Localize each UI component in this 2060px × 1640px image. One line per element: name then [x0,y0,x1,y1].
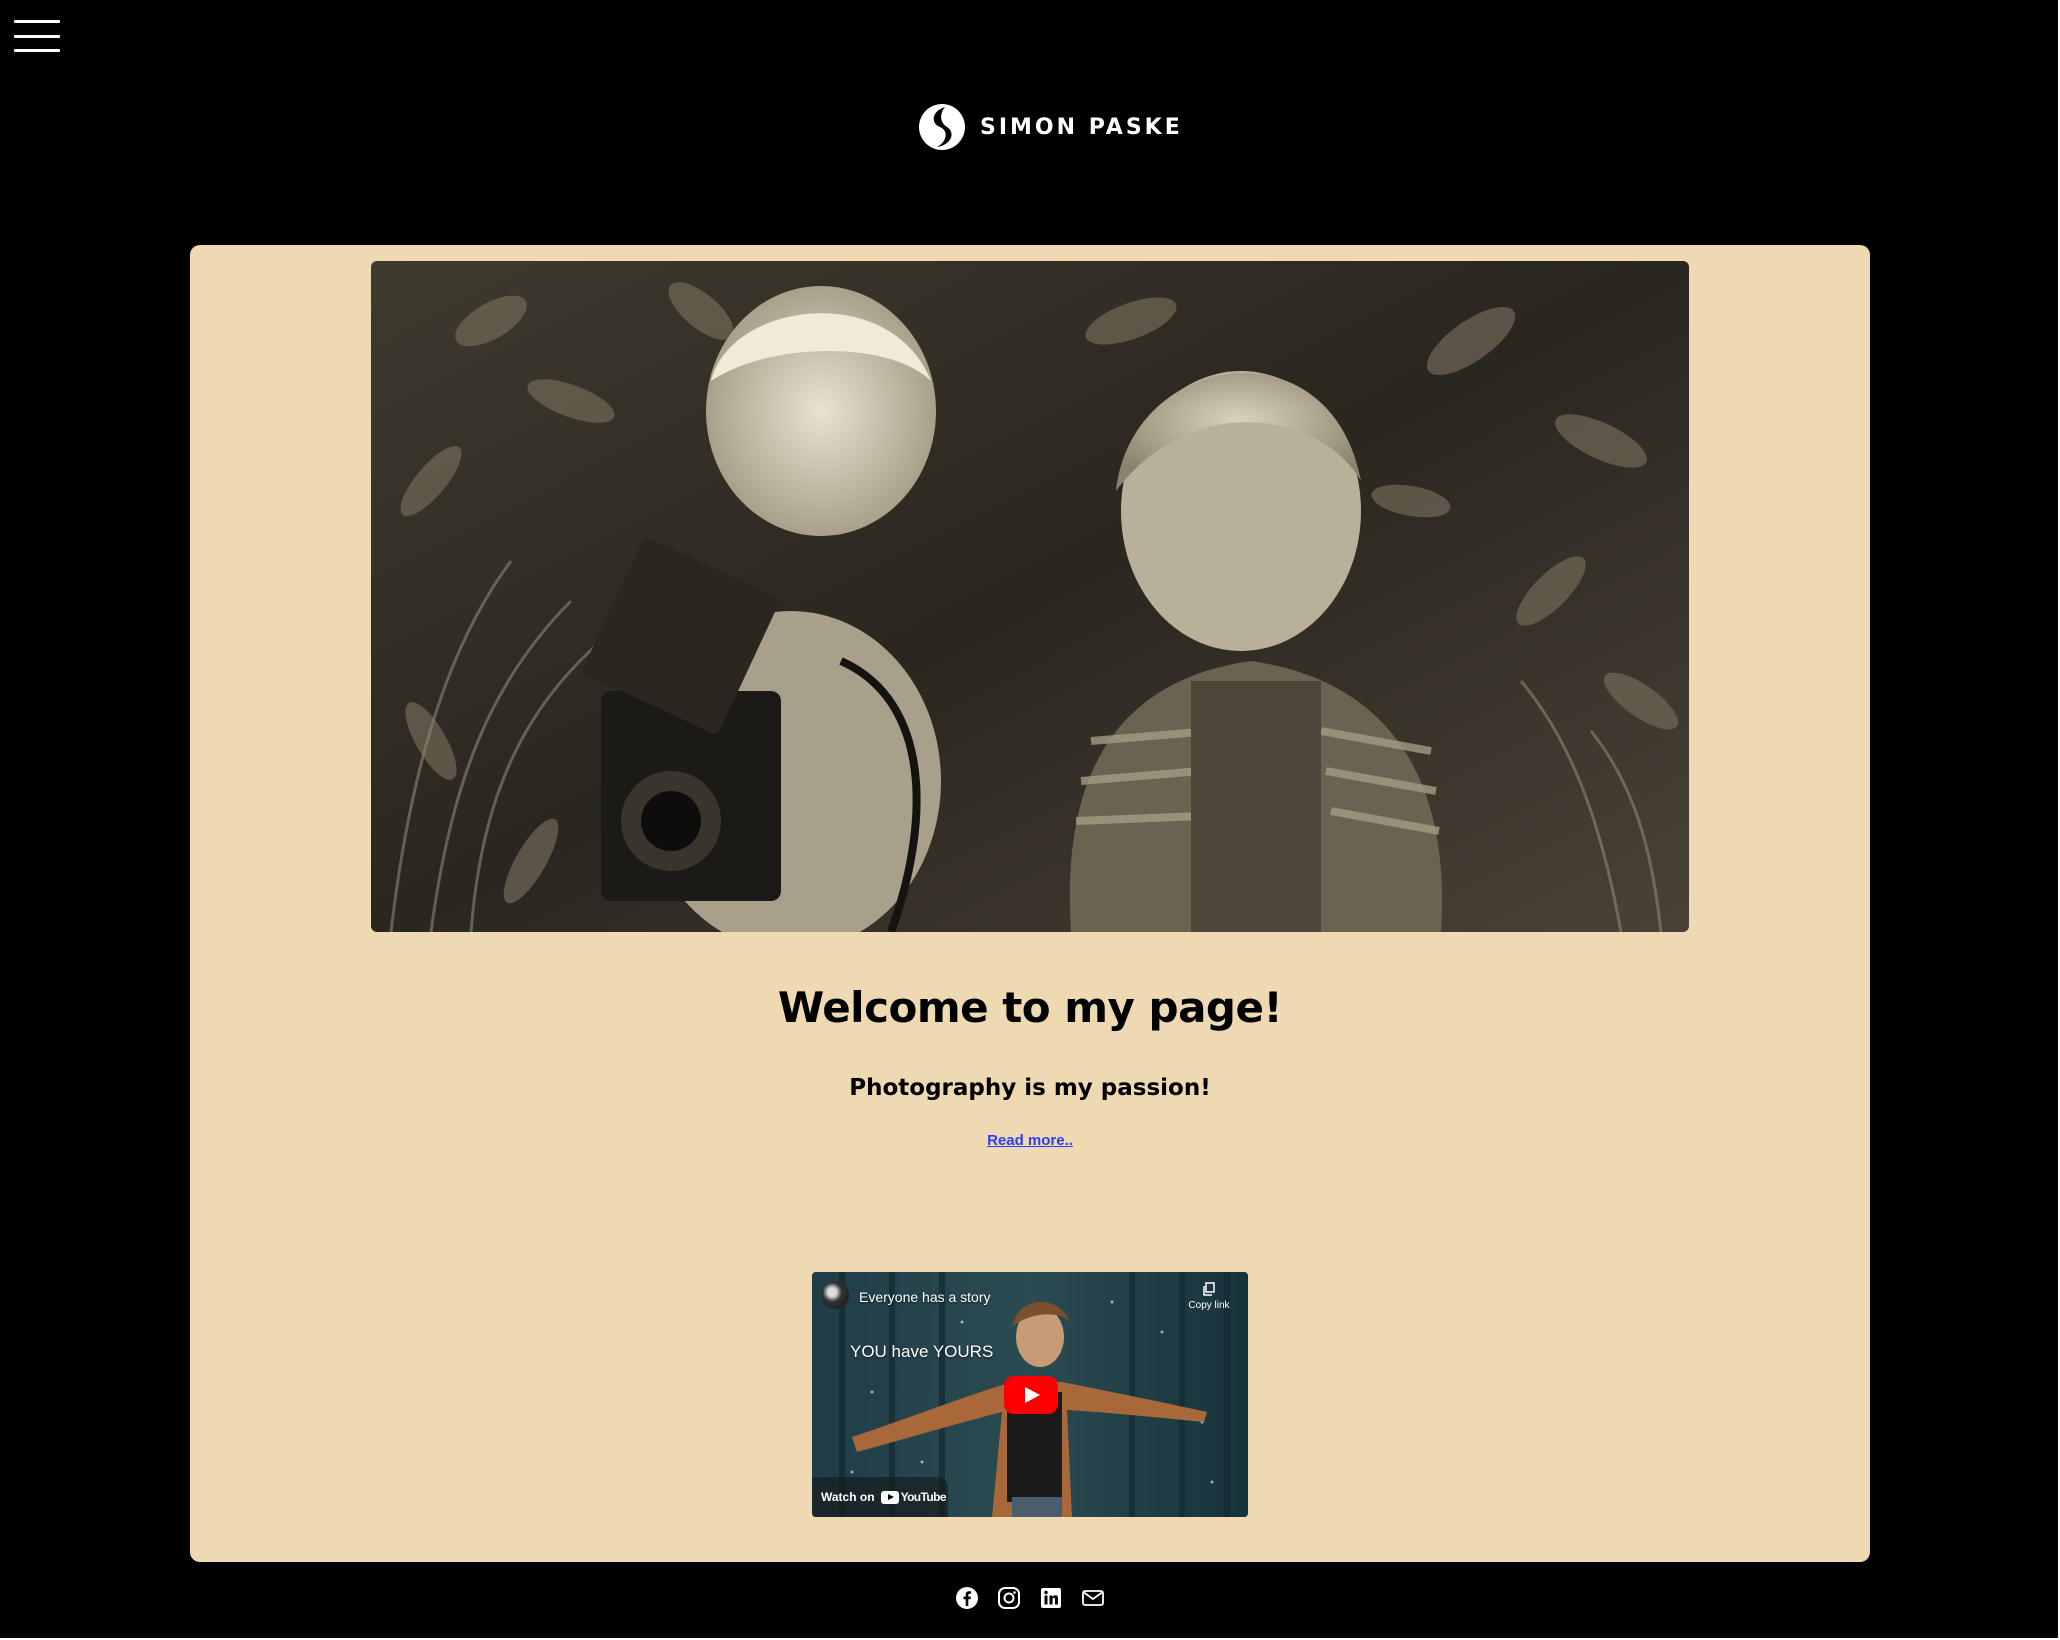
hero-photo [371,261,1689,932]
video-overlay-text: YOU have YOURS [850,1342,994,1361]
read-more-link[interactable]: Read more.. [987,1132,1073,1149]
hamburger-icon[interactable] [14,20,60,52]
play-icon[interactable] [1004,1376,1058,1414]
copy-link-label: Copy link [1188,1300,1230,1311]
site-logo[interactable]: SIMON PASKE [918,102,1183,152]
youtube-play-icon [880,1490,899,1504]
facebook-icon[interactable] [955,1586,979,1610]
main-panel: Welcome to my page! Photography is my pa… [190,245,1870,1562]
read-more-wrap: Read more.. [190,1132,1870,1149]
page-headline: Welcome to my page! [777,983,1283,1032]
video-title[interactable]: Everyone has a story [859,1289,991,1305]
youtube-embed[interactable]: Everyone has a story YOU have YOURS Copy… [812,1272,1248,1517]
watch-on-youtube-button[interactable]: Watch on YouTube [812,1477,948,1517]
mail-icon[interactable] [1081,1586,1105,1610]
channel-avatar[interactable] [821,1281,849,1309]
youtube-logo: YouTube [880,1490,947,1504]
instagram-icon[interactable] [997,1586,1021,1610]
youtube-wordmark: YouTube [900,1490,947,1504]
page-subheadline: Photography is my passion! [849,1075,1211,1101]
watch-on-label: Watch on [821,1490,875,1504]
linkedin-icon[interactable] [1039,1586,1063,1610]
social-links [955,1586,1105,1610]
copy-icon [1203,1282,1215,1296]
page: SIMON PASKE Welcome to my page! Photogra… [0,0,2060,1640]
sp-logo-icon [919,104,965,150]
brand-name: SIMON PASKE [980,114,1183,140]
copy-link-button[interactable]: Copy link [1184,1282,1234,1311]
